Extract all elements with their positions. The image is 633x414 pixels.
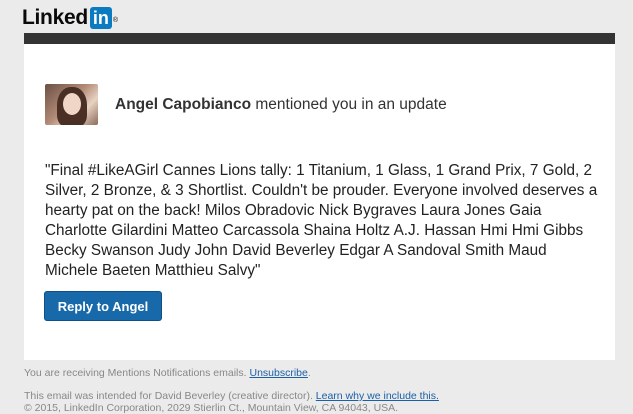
mentions-footer: You are receiving Mentions Notifications… <box>24 367 311 379</box>
linkedin-logo: Linked in ® <box>22 5 118 31</box>
registered-mark: ® <box>112 17 119 24</box>
unsubscribe-link[interactable]: Unsubscribe <box>249 367 307 379</box>
action-text: mentioned you in an update <box>251 95 447 113</box>
notification-header: Angel Capobianco mentioned you in an upd… <box>45 84 447 125</box>
card-header-bar <box>24 33 615 44</box>
avatar[interactable] <box>45 84 98 125</box>
mentions-text: You are receiving Mentions Notifications… <box>24 367 250 379</box>
logo-wordmark: Linked <box>22 6 88 29</box>
reply-button[interactable]: Reply to Angel <box>44 291 162 321</box>
avatar-face <box>63 93 81 115</box>
notification-title: Angel Capobianco mentioned you in an upd… <box>115 96 447 114</box>
logo-in-badge: in <box>89 7 112 29</box>
copyright-footer: © 2015, LinkedIn Corporation, 2029 Stier… <box>24 402 399 414</box>
actor-name[interactable]: Angel Capobianco <box>115 96 251 113</box>
notification-card: Angel Capobianco mentioned you in an upd… <box>24 33 615 360</box>
mentions-period: . <box>307 367 311 379</box>
update-message: "Final #LikeAGirl Cannes Lions tally: 1 … <box>45 162 598 279</box>
intended-footer: This email was intended for David Beverl… <box>24 390 439 402</box>
intended-text: This email was intended for David Beverl… <box>24 390 316 402</box>
learn-why-link[interactable]: Learn why we include this. <box>316 390 439 402</box>
